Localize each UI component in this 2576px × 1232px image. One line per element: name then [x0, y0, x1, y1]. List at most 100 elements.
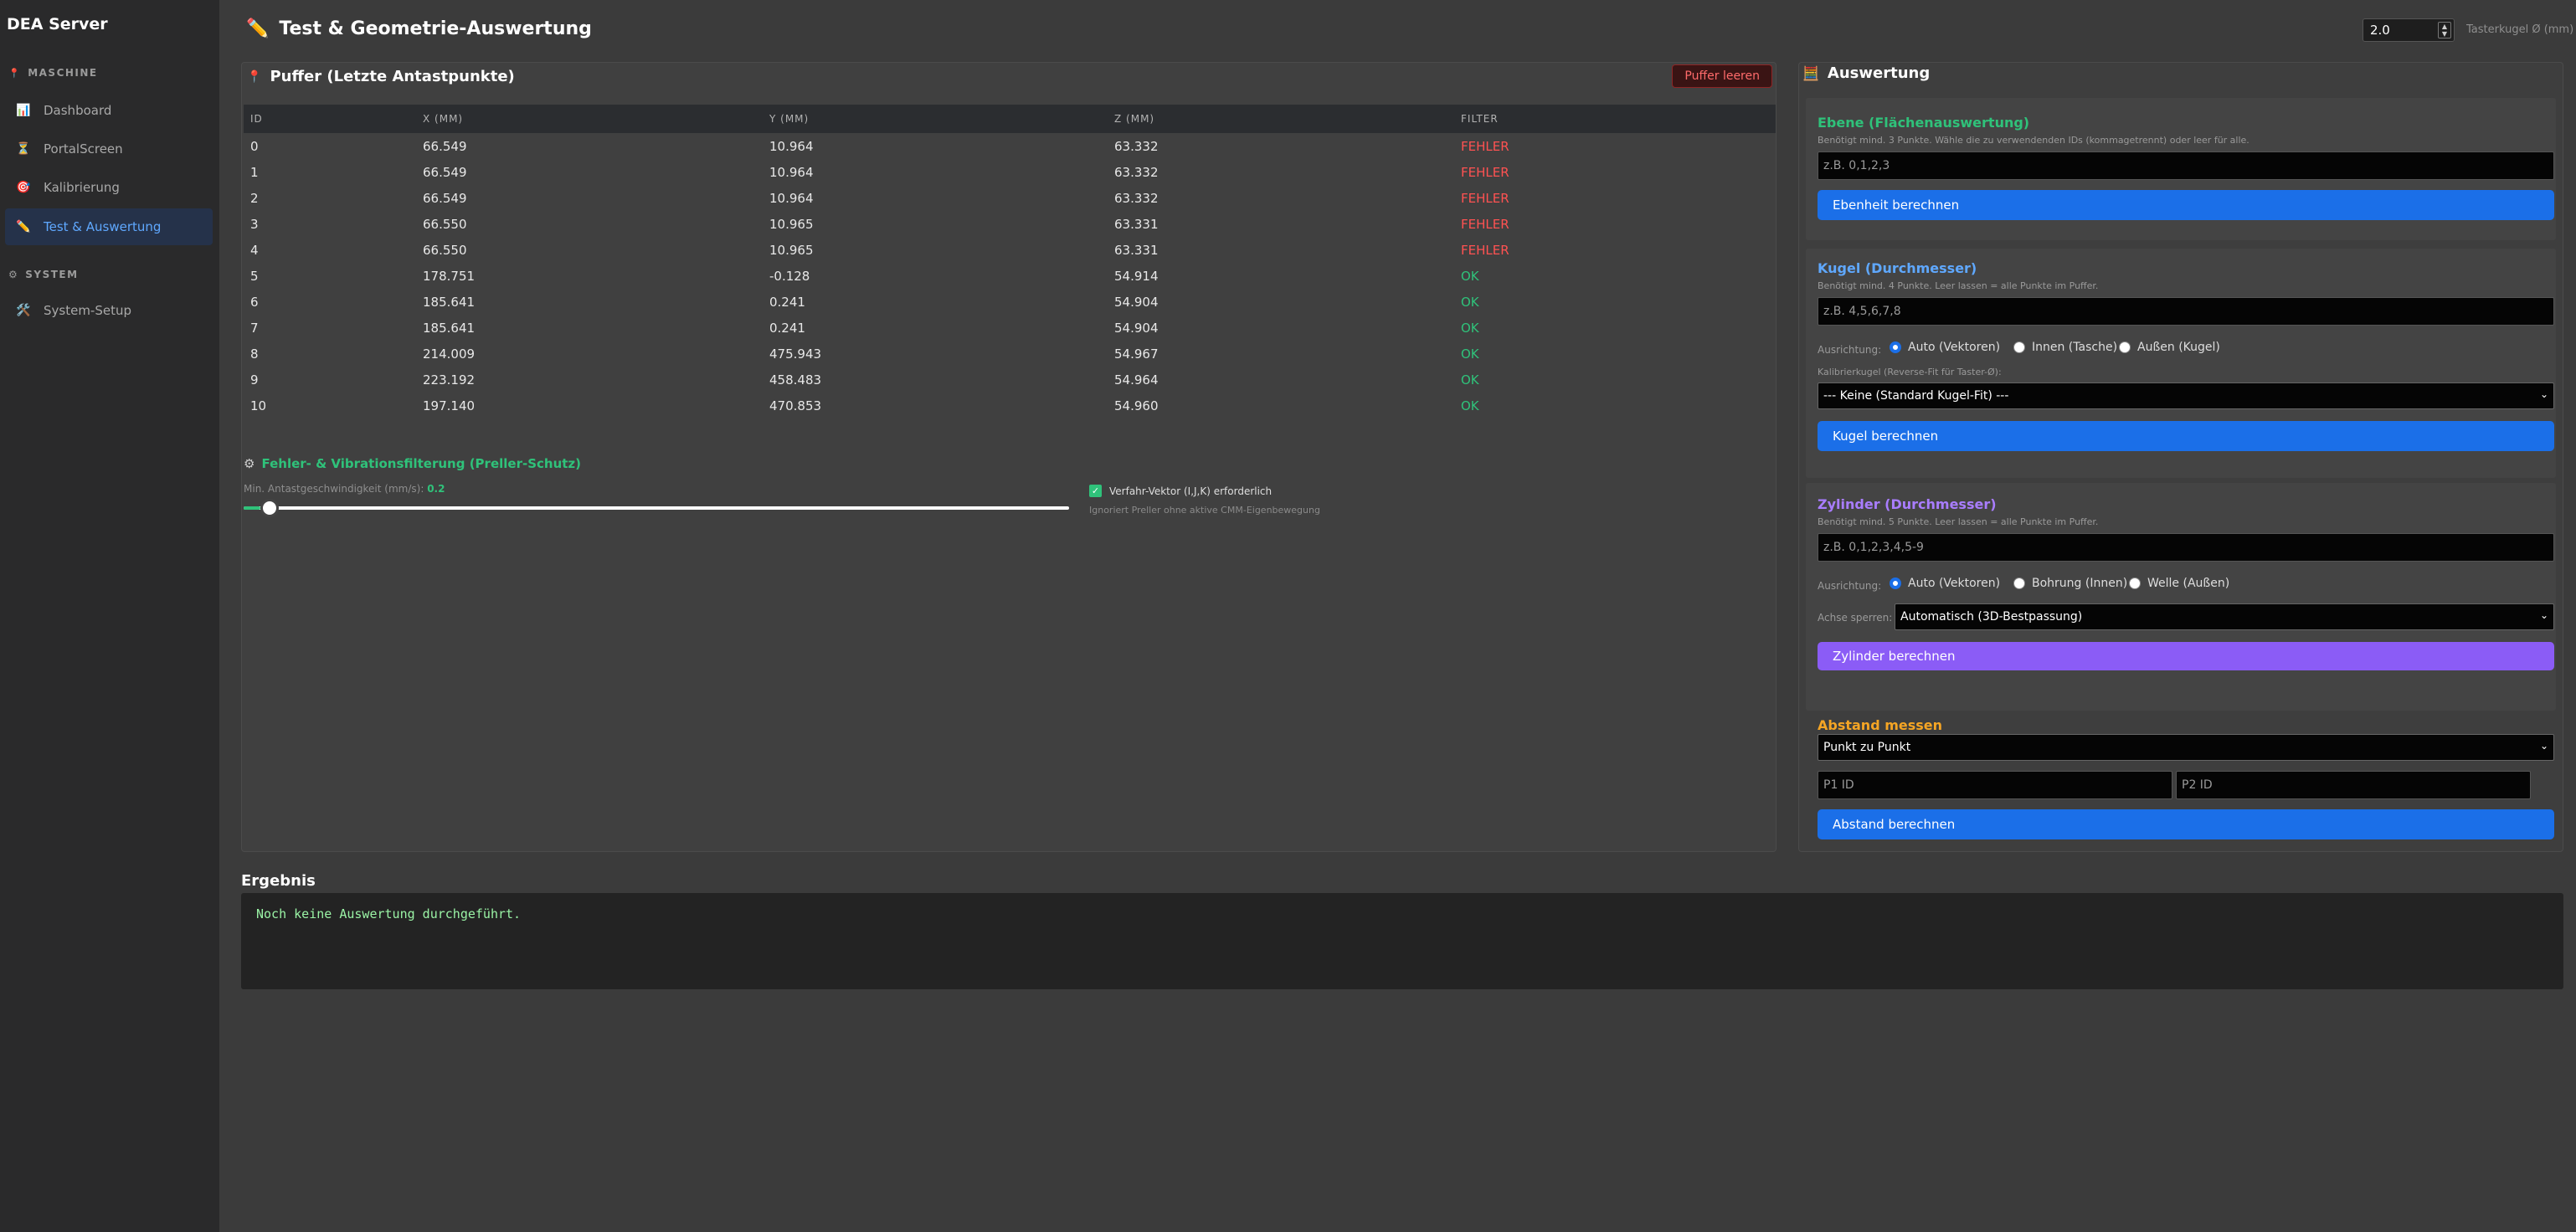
table-cell: 5	[250, 268, 259, 284]
table-cell: 10.965	[769, 242, 814, 258]
table-cell: 475.943	[769, 346, 822, 362]
sphere-hint: Benötigt mind. 4 Punkte. Leer lassen = a…	[1818, 280, 2099, 291]
table-cell: 178.751	[423, 268, 476, 284]
probe-diameter-label: Tasterkugel Ø (mm)	[2466, 23, 2574, 36]
radio-unselected-icon	[2129, 578, 2141, 589]
calibration-sphere-select[interactable]: --- Keine (Standard Kugel-Fit) --- ⌄	[1818, 382, 2554, 409]
table-cell: 7	[250, 320, 259, 336]
table-row: 10 197.140 470.853 54.960 OK	[244, 393, 1776, 418]
plane-ids-input[interactable]: z.B. 0,1,2,3	[1818, 151, 2554, 180]
sphere-section: Kugel (Durchmesser) Benötigt mind. 4 Pun…	[1806, 249, 2556, 478]
radio-unselected-icon	[2013, 341, 2025, 353]
calibration-sphere-label: Kalibrierkugel (Reverse-Fit für Taster-Ø…	[1818, 367, 2002, 377]
column-header-id: ID	[250, 113, 263, 125]
buffer-table-body: 0 66.549 10.964 63.332 FEHLER 1 66.549 10.964 63…	[244, 133, 1776, 418]
speed-slider-fill	[244, 506, 260, 510]
table-cell: 63.332	[1114, 164, 1159, 180]
probe-diameter-input[interactable]: 2.0 ▲ ▼	[2363, 18, 2455, 42]
chart-icon: 📊	[16, 104, 31, 117]
cylinder-section: Zylinder (Durchmesser) Benötigt mind. 5 …	[1806, 483, 2556, 711]
distance-mode-select[interactable]: Punkt zu Punkt ⌄	[1818, 734, 2554, 761]
sphere-calculate-button[interactable]: Kugel berechnen	[1818, 421, 2554, 451]
table-cell: 10.965	[769, 216, 814, 232]
distance-title: Abstand messen	[1818, 717, 1943, 733]
table-cell: 6	[250, 294, 259, 310]
cylinder-calculate-button[interactable]: Zylinder berechnen	[1818, 642, 2554, 670]
sidebar-item-test-auswertung[interactable]: ✏️ Test & Auswertung	[5, 208, 213, 245]
table-cell: 185.641	[423, 294, 476, 310]
sidebar-item-portalscreen[interactable]: ⏳ PortalScreen	[5, 131, 213, 167]
cylinder-title: Zylinder (Durchmesser)	[1818, 496, 1997, 512]
sidebar-item-system-setup[interactable]: 🛠️ System-Setup	[5, 292, 213, 329]
axis-lock-select[interactable]: Automatisch (3D-Bestpassung) ⌄	[1895, 603, 2554, 630]
column-header-filter: FILTER	[1461, 113, 1499, 125]
table-cell: 54.960	[1114, 398, 1159, 413]
sphere-radio-inside[interactable]: Innen (Tasche)	[2013, 341, 2117, 354]
sphere-radio-outside[interactable]: Außen (Kugel)	[2119, 341, 2220, 354]
sidebar-section-label: SYSTEM	[25, 269, 79, 280]
table-row: 2 66.549 10.964 63.332 FEHLER	[244, 185, 1776, 211]
table-cell: OK	[1461, 398, 1479, 413]
pin-icon: 📍	[247, 69, 262, 84]
column-header-y: Y (MM)	[769, 113, 810, 125]
table-cell: 3	[250, 216, 259, 232]
sphere-ids-input[interactable]: z.B. 4,5,6,7,8	[1818, 297, 2554, 326]
cylinder-ids-input[interactable]: z.B. 0,1,2,3,4,5-9	[1818, 533, 2554, 562]
cylinder-radio-shaft[interactable]: Welle (Außen)	[2129, 577, 2229, 590]
table-cell: 214.009	[423, 346, 476, 362]
table-cell: 63.332	[1114, 138, 1159, 154]
filter-speed-label-text: Min. Antastgeschwindigkeit (mm/s):	[244, 483, 424, 495]
table-row: 1 66.549 10.964 63.332 FEHLER	[244, 159, 1776, 185]
table-row: 6 185.641 0.241 54.904 OK	[244, 289, 1776, 315]
sidebar-section-label: MASCHINE	[28, 67, 98, 79]
cylinder-orientation-label: Ausrichtung:	[1818, 580, 1882, 592]
buffer-panel: 📍 Puffer (Letzte Antastpunkte) Puffer le…	[241, 62, 1776, 852]
result-text: Noch keine Auswertung durchgeführt.	[256, 906, 522, 921]
table-cell: 63.331	[1114, 216, 1159, 232]
table-cell: 9	[250, 372, 259, 388]
table-cell: 458.483	[769, 372, 822, 388]
sidebar-item-label: System-Setup	[44, 303, 132, 318]
table-row: 9 223.192 458.483 54.964 OK	[244, 367, 1776, 393]
plane-section: Ebene (Flächenauswertung) Benötigt mind.…	[1806, 98, 2556, 240]
spinner-arrows-icon[interactable]: ▲ ▼	[2438, 22, 2451, 38]
table-cell: 63.331	[1114, 242, 1159, 258]
radio-label: Welle (Außen)	[2147, 577, 2230, 590]
cylinder-hint: Benötigt mind. 5 Punkte. Leer lassen = a…	[1818, 516, 2099, 527]
speed-slider-track[interactable]	[244, 506, 1069, 510]
distance-calculate-button[interactable]: Abstand berechnen	[1818, 809, 2554, 839]
evaluation-panel: 🧮 Auswertung Ebene (Flächenauswertung) B…	[1798, 62, 2563, 852]
vector-required-checkbox[interactable]: ✓	[1089, 485, 1102, 497]
table-cell: 0.241	[769, 294, 805, 310]
column-header-z: Z (MM)	[1114, 113, 1155, 125]
table-cell: 54.967	[1114, 346, 1159, 362]
p2-id-input[interactable]: P2 ID	[2176, 771, 2531, 799]
plane-hint: Benötigt mind. 3 Punkte. Wähle die zu ve…	[1818, 135, 2250, 146]
pin-icon: 📍	[8, 67, 22, 79]
sidebar-item-label: Kalibrierung	[44, 180, 120, 195]
flatness-calculate-button[interactable]: Ebenheit berechnen	[1818, 190, 2554, 220]
axis-lock-label: Achse sperren:	[1818, 612, 1893, 624]
table-cell: 54.904	[1114, 294, 1159, 310]
table-cell: 66.549	[423, 164, 467, 180]
tools-icon: 🛠️	[16, 304, 31, 317]
table-cell: FEHLER	[1461, 190, 1509, 206]
speed-slider-handle[interactable]	[260, 499, 279, 517]
sidebar-item-label: Dashboard	[44, 103, 112, 118]
table-cell: 8	[250, 346, 259, 362]
probe-diameter-value: 2.0	[2370, 23, 2390, 38]
buffer-table: ID X (MM) Y (MM) Z (MM) FILTER 0 66.549 10…	[244, 105, 1776, 418]
cylinder-radio-auto[interactable]: Auto (Vektoren)	[1890, 577, 2000, 590]
table-cell: FEHLER	[1461, 242, 1509, 258]
filter-title: ⚙ Fehler- & Vibrationsfilterung (Preller…	[244, 456, 581, 471]
sidebar-item-kalibrierung[interactable]: 🎯 Kalibrierung	[5, 169, 213, 206]
sphere-radio-auto[interactable]: Auto (Vektoren)	[1890, 341, 2000, 354]
table-cell: 54.904	[1114, 320, 1159, 336]
p1-id-input[interactable]: P1 ID	[1818, 771, 2172, 799]
table-cell: 197.140	[423, 398, 476, 413]
radio-selected-icon	[1890, 341, 1901, 353]
sidebar-item-dashboard[interactable]: 📊 Dashboard	[5, 92, 213, 129]
table-cell: FEHLER	[1461, 216, 1509, 232]
clear-buffer-button[interactable]: Puffer leeren	[1672, 64, 1772, 88]
cylinder-radio-bore[interactable]: Bohrung (Innen)	[2013, 577, 2127, 590]
